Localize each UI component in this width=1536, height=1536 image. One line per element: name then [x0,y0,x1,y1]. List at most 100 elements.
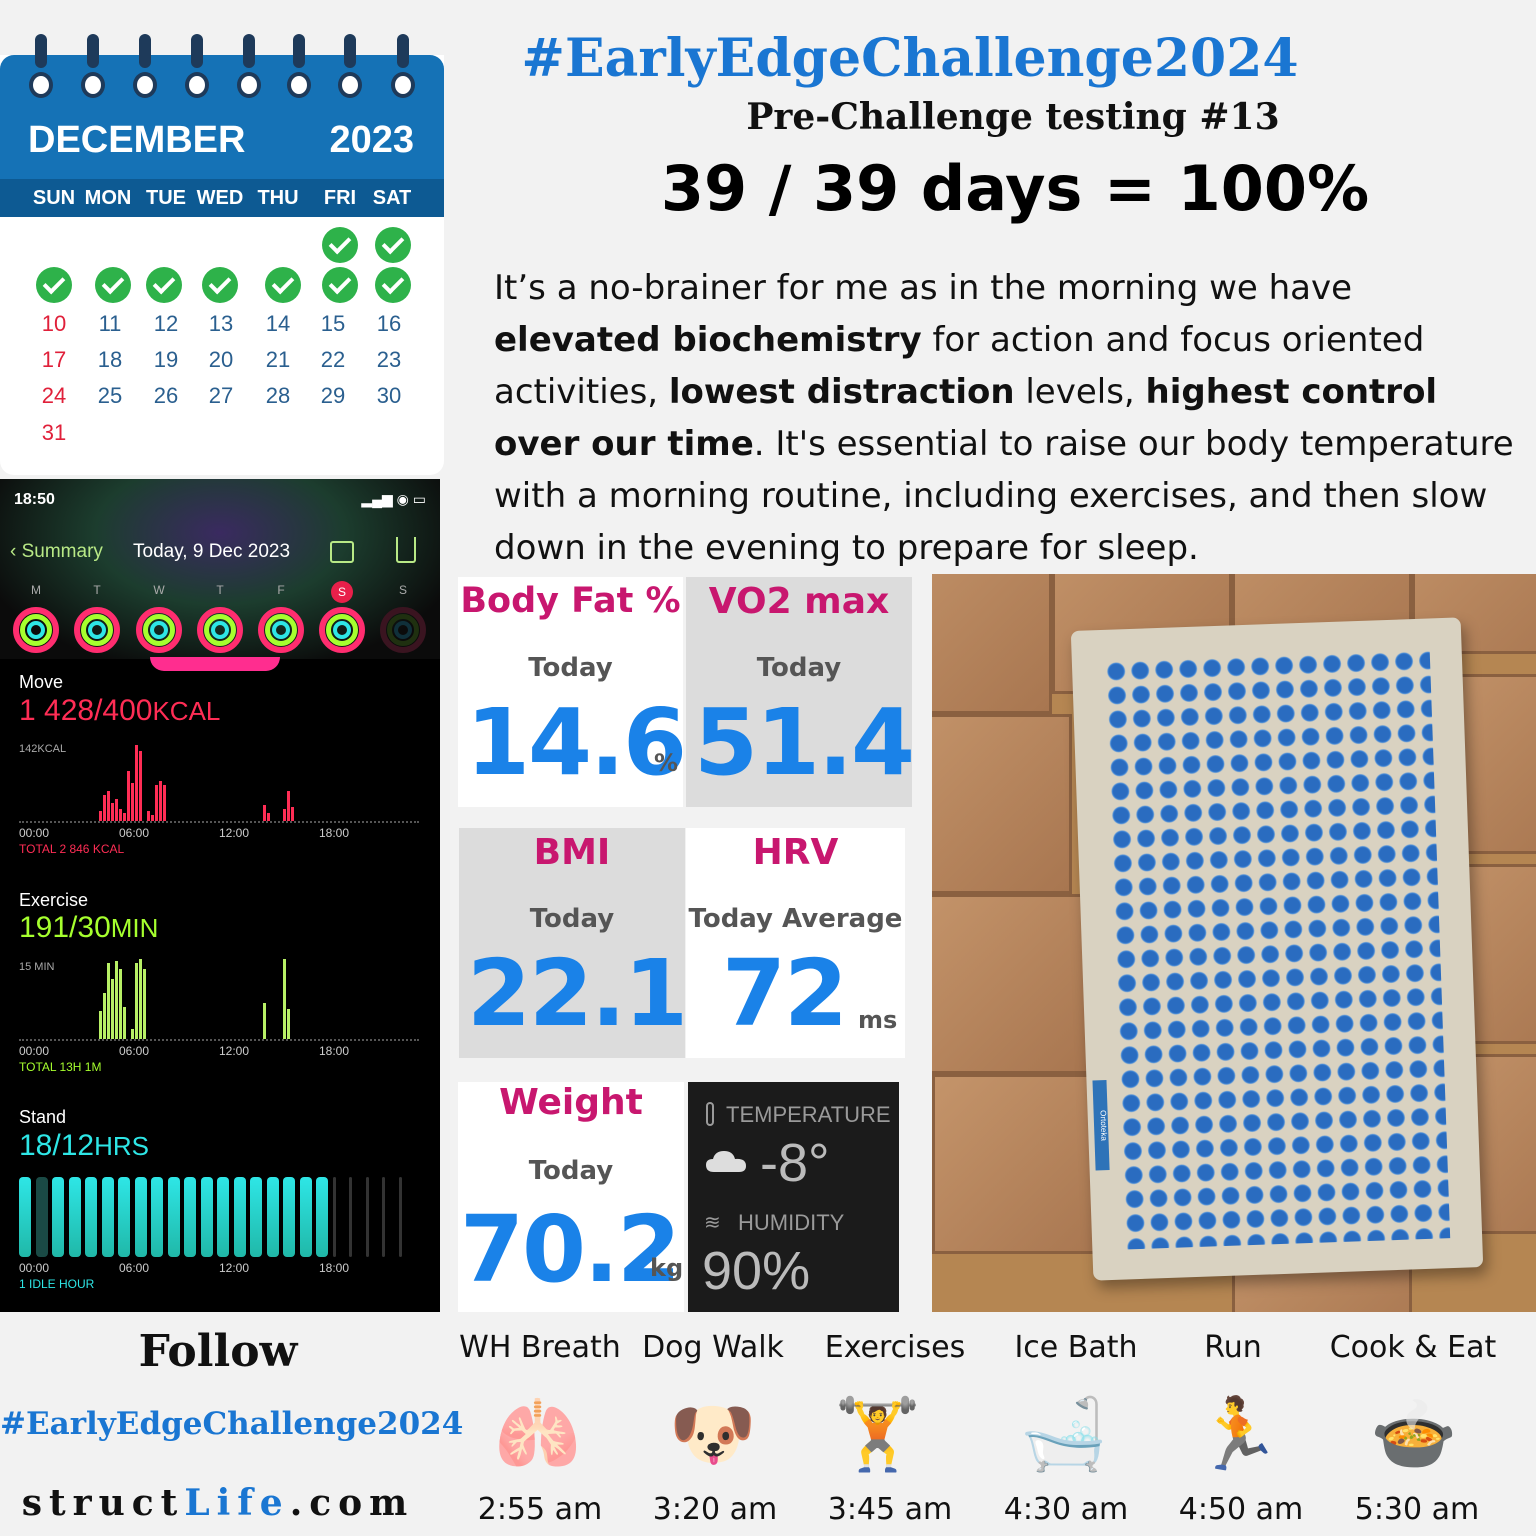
acupressure-mat-photo: Ortoteka [932,574,1536,1312]
stand-bar [101,1177,114,1257]
stand-bar [299,1177,312,1257]
mat-spike-pattern [1103,648,1451,1250]
stand-bar [316,1177,328,1257]
activity-time: 3:20 am [652,1492,778,1527]
site-part-highlight: Life [184,1482,290,1524]
activity-ring-icon[interactable] [13,607,59,653]
week-day-label[interactable]: W [139,583,179,597]
website-link[interactable]: structLife.com [0,1482,436,1524]
check-icon [265,267,301,303]
stand-bar [184,1177,196,1257]
move-value: 1 428/400KCAL [19,694,220,728]
stand-bar [151,1177,163,1257]
activity-ring-icon[interactable] [258,607,304,653]
axis-label: 18:00 [319,826,350,840]
move-total: TOTAL 2 846 KCAL [19,842,125,856]
binder-ring-icon [87,34,99,68]
check-icon [322,267,358,303]
check-icon [375,227,411,263]
calendar-date: 20 [208,347,234,372]
phone-date: Today, 9 Dec 2023 [133,541,291,562]
axis-label: 12:00 [219,1261,250,1275]
binder-loop [237,72,261,98]
bmi-label: BMI [533,832,611,873]
activity-time: 3:45 am [827,1492,953,1527]
stand-bar [85,1177,97,1257]
stand-bar [52,1177,64,1257]
exercise-bar [287,1009,290,1039]
stand-bar [233,1177,246,1257]
move-bar [263,805,266,821]
move-bar [291,807,294,821]
stand-bar [365,1177,369,1257]
axis-label: 06:00 [119,1261,150,1275]
activity-name: Dog Walk [642,1330,784,1365]
calendar-date: 27 [208,383,234,408]
binder-loop [287,72,311,98]
week-day-label[interactable]: T [200,583,240,597]
check-icon [146,267,182,303]
move-bar [287,791,290,821]
calendar-date: 14 [265,311,291,336]
week-day-selected[interactable]: S [331,581,353,603]
exercise-bar [99,1011,102,1039]
binder-loop [81,72,105,98]
exercise-value: 191/30MIN [19,911,158,945]
activity-time: 2:55 am [477,1492,603,1527]
week-day-label[interactable]: T [77,583,117,597]
axis-label: 00:00 [19,1261,50,1275]
challenge-hashtag: #EarlyEdgeChallenge2024 [521,28,1299,89]
week-day-label[interactable]: M [16,583,56,597]
share-icon[interactable] [396,537,416,563]
weekday-fri: FRI [323,187,357,209]
floor-tile [932,574,1052,714]
site-part: struct [21,1482,185,1524]
move-bar [139,751,142,821]
activity-ring-icon[interactable] [136,607,182,653]
floor-tile [932,714,1072,894]
exercise-bar [135,963,138,1039]
footer-hashtag[interactable]: #EarlyEdgeChallenge2024 [0,1406,463,1442]
calendar-icon[interactable] [330,541,354,563]
calendar-date: 13 [208,311,234,336]
calendar-date: 19 [153,347,179,372]
week-day-label[interactable]: S [383,583,423,597]
hrv-sub: Today Average [688,904,903,934]
weekday-thu: THU [257,187,299,209]
site-part: .com [289,1482,415,1524]
calendar-date: 15 [320,311,346,336]
axis-label: 18:00 [319,1044,350,1058]
weight-label: Weight [499,1082,643,1123]
stand-bar [35,1177,48,1257]
exercise-value-number: 191/30 [19,911,111,944]
activity-ring-icon[interactable] [197,607,243,653]
thermometer-icon [706,1102,714,1126]
calendar-year: 2023 [329,119,414,161]
axis-label: 06:00 [119,1044,150,1058]
check-icon [375,267,411,303]
activity-ring-icon[interactable] [74,607,120,653]
move-bar [99,811,102,821]
lungs-icon: 🫁 [494,1393,582,1475]
move-value-number: 1 428/400 [19,694,153,727]
hrv-card: HRV Today Average 72 ms [686,828,905,1058]
activity-ring-icon[interactable] [319,607,365,653]
intro-paragraph: It’s a no-brainer for me as in the morni… [494,262,1524,574]
mat-brand-tag: Ortoteka [1092,1080,1110,1171]
testing-subtitle: Pre-Challenge testing #13 [746,96,1280,138]
activity-ring-icon[interactable] [380,607,426,653]
stand-bar [134,1177,147,1257]
week-day-label[interactable]: F [261,583,301,597]
runner-icon: 🏃 [1194,1393,1282,1475]
binder-ring-icon [293,34,305,68]
temperature-value: -8° [760,1133,830,1193]
axis-label: 00:00 [19,826,50,840]
exercise-bar [107,963,110,1039]
cloud-icon [706,1151,746,1172]
stand-bar [382,1177,385,1257]
para-text: levels, [1014,372,1146,412]
move-unit: KCAL [152,696,221,726]
summary-back-button[interactable]: ‹ Summary [10,541,103,563]
vo2-value: 51.4 [694,689,912,796]
move-bar [163,785,166,821]
